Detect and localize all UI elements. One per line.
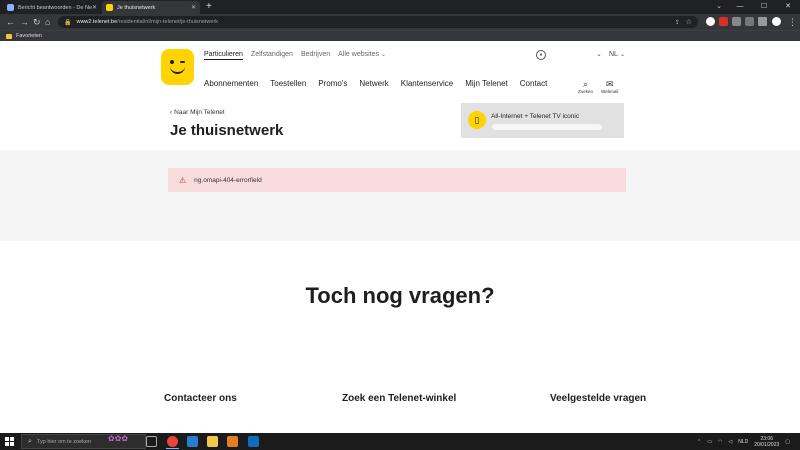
chevron-down-icon: ⌄ bbox=[619, 52, 625, 58]
chrome-icon[interactable] bbox=[166, 436, 179, 449]
media-player-icon[interactable] bbox=[227, 436, 238, 447]
nav-contact[interactable]: Contact bbox=[520, 79, 548, 88]
tab-search-icon[interactable]: ⌄ bbox=[716, 2, 722, 10]
url-host: www2.telenet.be bbox=[76, 19, 118, 25]
segment-zelfstandigen[interactable]: Zelfstandigen bbox=[251, 51, 293, 60]
main-nav: Abonnementen Toestellen Promo's Netwerk … bbox=[204, 79, 547, 88]
error-section bbox=[0, 150, 800, 241]
warning-icon: ⚠ bbox=[179, 175, 187, 185]
nav-promos[interactable]: Promo's bbox=[318, 79, 347, 88]
mail-icon: ✉ bbox=[605, 79, 614, 89]
wifi-icon[interactable]: ◠ bbox=[718, 439, 722, 445]
edge-icon[interactable] bbox=[187, 436, 198, 447]
search-highlight-icon: ✿✿✿ bbox=[108, 434, 129, 443]
nav-mijn-telenet[interactable]: Mijn Telenet bbox=[465, 79, 508, 88]
logo-wink bbox=[180, 61, 185, 63]
system-tray: ⌃ ▭ ◠ ◁ NLD 23:06 20/01/2023 ▢ bbox=[697, 433, 790, 450]
share-icon[interactable]: ⇪ bbox=[675, 19, 680, 26]
back-arrow-icon[interactable]: ← bbox=[6, 15, 15, 29]
all-websites-dropdown[interactable]: Alle websites ⌄ bbox=[338, 51, 386, 60]
error-message: ng.omapi-404-errorfield bbox=[194, 176, 262, 184]
nav-abonnementen[interactable]: Abonnementen bbox=[204, 79, 258, 88]
lock-icon: 🔒 bbox=[64, 19, 72, 26]
telenet-logo[interactable] bbox=[161, 49, 194, 85]
all-websites-label: Alle websites bbox=[338, 51, 379, 58]
modem-icon: ▯ bbox=[468, 111, 486, 129]
notifications-icon[interactable]: ▢ bbox=[785, 439, 790, 445]
url-path: /residential/nl/mijn-telenet/je-thuisnet… bbox=[117, 19, 219, 25]
folder-icon bbox=[6, 33, 12, 39]
clock-date: 20/01/2023 bbox=[754, 441, 780, 448]
clock[interactable]: 23:06 20/01/2023 bbox=[754, 436, 779, 448]
search-label: Zoeken bbox=[578, 89, 594, 94]
language-selector[interactable]: NL ⌄ bbox=[609, 51, 625, 58]
tab-title: Bericht beantwoorden - De Netw bbox=[18, 4, 92, 11]
profile-avatar[interactable] bbox=[772, 17, 781, 26]
bookmarks-bar: Favorieten bbox=[0, 30, 800, 41]
nav-netwerk[interactable]: Netwerk bbox=[359, 79, 388, 88]
tab-favicon-icon bbox=[7, 4, 14, 11]
extensions-puzzle-icon[interactable] bbox=[732, 17, 741, 26]
find-store-link[interactable]: Zoek een Telenet-winkel bbox=[342, 393, 456, 404]
chevron-down-icon[interactable]: ⌄ bbox=[596, 50, 602, 58]
taskbar-search-placeholder: Typ hier om te zoeken bbox=[36, 438, 92, 445]
browser-tab-1[interactable]: Bericht beantwoorden - De Netw ✕ bbox=[3, 1, 101, 14]
file-explorer-icon[interactable] bbox=[207, 436, 218, 447]
browser-tab-2[interactable]: Je thuisnetwerk ✕ bbox=[102, 1, 200, 14]
windows-start-icon[interactable] bbox=[5, 437, 14, 446]
maximize-button[interactable]: ☐ bbox=[752, 0, 776, 14]
search-icon: ⌕ bbox=[28, 437, 32, 445]
segment-nav: Particulieren Zelfstandigen Bedrijven Al… bbox=[204, 51, 386, 60]
bookmark-favorites[interactable]: Favorieten bbox=[16, 33, 42, 39]
back-link[interactable]: ‹ Naar Mijn Telenet bbox=[170, 109, 225, 116]
tab-title: Je thuisnetwerk bbox=[117, 4, 156, 11]
faq-title: Toch nog vragen? bbox=[305, 283, 495, 308]
segment-particulieren[interactable]: Particulieren bbox=[204, 51, 243, 60]
redacted-address bbox=[492, 124, 602, 130]
minimize-button[interactable]: — bbox=[728, 0, 752, 14]
address-bar[interactable]: 🔒 www2.telenet.be /residential/nl/mijn-t… bbox=[58, 16, 698, 28]
outlook-icon[interactable] bbox=[248, 436, 259, 447]
user-icon[interactable]: ● bbox=[536, 50, 546, 60]
pdf-extension-icon[interactable] bbox=[719, 17, 728, 26]
browser-tab-bar: Bericht beantwoorden - De Netw ✕ Je thui… bbox=[0, 0, 800, 14]
side-panel-icon[interactable] bbox=[758, 17, 767, 26]
bookmark-star-icon[interactable]: ☆ bbox=[686, 18, 692, 26]
extension-icon[interactable] bbox=[706, 17, 715, 26]
reload-icon[interactable]: ↻ bbox=[33, 15, 41, 29]
language-label: NL bbox=[609, 51, 618, 58]
nav-klantenservice[interactable]: Klantenservice bbox=[401, 79, 453, 88]
back-link-label: Naar Mijn Telenet bbox=[174, 109, 225, 116]
media-control-icon[interactable] bbox=[745, 17, 754, 26]
volume-icon[interactable]: ◁ bbox=[728, 439, 732, 445]
contact-us-link[interactable]: Contacteer ons bbox=[164, 393, 237, 404]
forward-arrow-icon[interactable]: → bbox=[20, 15, 29, 29]
webmail-button[interactable]: ✉ Webmail bbox=[601, 79, 618, 94]
faq-link[interactable]: Veelgestelde vragen bbox=[550, 393, 646, 404]
tab-favicon-icon bbox=[106, 4, 113, 11]
nav-toestellen[interactable]: Toestellen bbox=[270, 79, 306, 88]
home-icon[interactable]: ⌂ bbox=[45, 15, 50, 29]
webmail-label: Webmail bbox=[601, 89, 619, 94]
network-icon[interactable]: ▭ bbox=[707, 439, 712, 445]
close-window-button[interactable]: ✕ bbox=[776, 0, 800, 14]
page-title: Je thuisnetwerk bbox=[170, 122, 284, 139]
menu-icon[interactable]: ⋮ bbox=[788, 15, 797, 29]
window-controls: — ☐ ✕ bbox=[728, 0, 800, 14]
tray-language[interactable]: NLD bbox=[738, 439, 748, 445]
browser-toolbar: ← → ↻ ⌂ 🔒 www2.telenet.be /residential/n… bbox=[0, 14, 800, 30]
product-card[interactable]: ▯ All-Internet + Telenet TV iconic bbox=[461, 103, 624, 138]
search-button[interactable]: ⌕ Zoeken bbox=[578, 79, 593, 94]
segment-bedrijven[interactable]: Bedrijven bbox=[301, 51, 330, 60]
search-icon: ⌕ bbox=[582, 79, 589, 89]
error-alert: ⚠ ng.omapi-404-errorfield bbox=[168, 168, 626, 192]
tab-close-icon[interactable]: ✕ bbox=[191, 4, 196, 11]
chevron-left-icon: ‹ bbox=[170, 109, 173, 116]
product-name: All-Internet + Telenet TV iconic bbox=[491, 113, 580, 120]
chevron-down-icon: ⌄ bbox=[381, 52, 387, 58]
tray-chevron-icon[interactable]: ⌃ bbox=[697, 439, 701, 445]
new-tab-button[interactable]: + bbox=[206, 1, 212, 13]
task-view-icon[interactable] bbox=[146, 436, 157, 447]
tab-close-icon[interactable]: ✕ bbox=[92, 4, 97, 11]
